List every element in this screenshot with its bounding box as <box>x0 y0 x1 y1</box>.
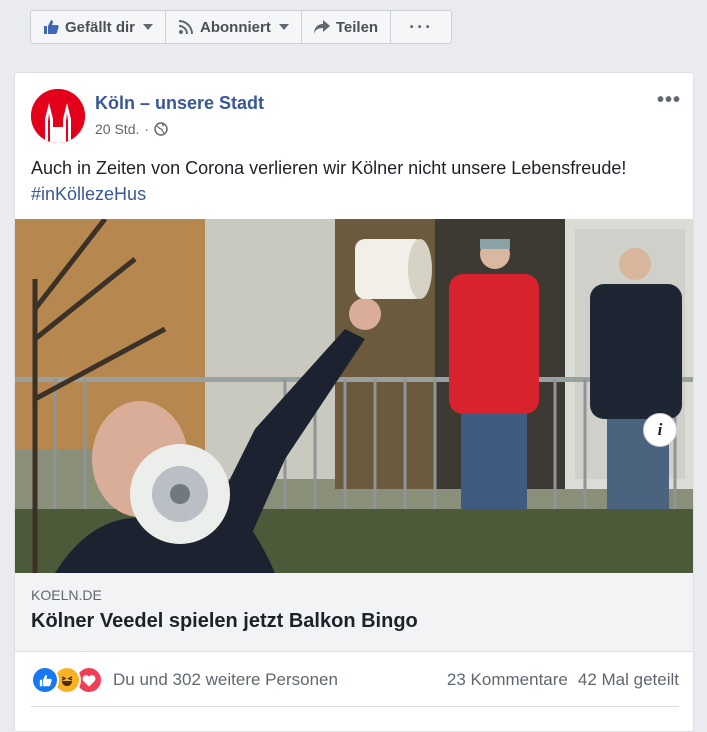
rss-icon <box>178 20 194 35</box>
balcony-photo <box>15 219 693 573</box>
page-name-link[interactable]: Köln – unsere Stadt <box>95 93 264 114</box>
chevron-down-icon <box>143 24 154 30</box>
like-reaction-icon <box>31 666 59 694</box>
globe-icon[interactable] <box>154 122 168 136</box>
share-label: Teilen <box>335 18 379 36</box>
stats-divider <box>31 706 679 707</box>
link-domain: KOELN.DE <box>31 587 102 603</box>
post-options-button[interactable]: ••• <box>657 89 681 112</box>
chevron-down-icon <box>278 24 289 30</box>
more-options-button[interactable]: ··· <box>390 10 453 44</box>
reactions-text[interactable]: Du und 302 weitere Personen <box>113 670 338 690</box>
engagement-counts: 23 Kommentare 42 Mal geteilt <box>447 670 679 690</box>
post-meta: 20 Std. · <box>95 121 168 137</box>
follow-button[interactable]: Abonniert <box>165 10 302 44</box>
follow-label: Abonniert <box>200 18 271 36</box>
reactions-summary[interactable] <box>31 666 103 694</box>
post-timestamp[interactable]: 20 Std. <box>95 121 139 137</box>
page-avatar[interactable] <box>31 89 85 143</box>
post-stats-bar: Du und 302 weitere Personen 23 Kommentar… <box>31 665 679 695</box>
link-title[interactable]: Kölner Veedel spielen jetzt Balkon Bingo <box>31 610 418 633</box>
cologne-cathedral-logo <box>31 89 85 143</box>
link-preview-image[interactable] <box>15 219 693 573</box>
like-page-button[interactable]: Gefällt dir <box>30 10 167 44</box>
thumbs-up-icon <box>44 20 59 34</box>
comments-count[interactable]: 23 Kommentare <box>447 670 568 690</box>
share-button[interactable]: Teilen <box>300 10 392 44</box>
post-body-text: Auch in Zeiten von Corona verlieren wir … <box>31 158 627 178</box>
page-action-bar: Gefällt dir Abonniert Teilen ··· <box>30 10 453 46</box>
hashtag-link[interactable]: #inKöllezeHus <box>31 181 681 207</box>
link-preview-box[interactable]: KOELN.DE Kölner Veedel spielen jetzt Bal… <box>15 573 693 652</box>
like-page-label: Gefällt dir <box>65 18 136 36</box>
meta-separator: · <box>144 121 150 137</box>
post-card: Köln – unsere Stadt 20 Std. · ••• Auch i… <box>14 72 694 732</box>
share-arrow-icon <box>313 20 330 34</box>
info-button[interactable]: i <box>643 413 677 447</box>
post-message: Auch in Zeiten von Corona verlieren wir … <box>31 155 681 207</box>
shares-count[interactable]: 42 Mal geteilt <box>578 670 679 690</box>
